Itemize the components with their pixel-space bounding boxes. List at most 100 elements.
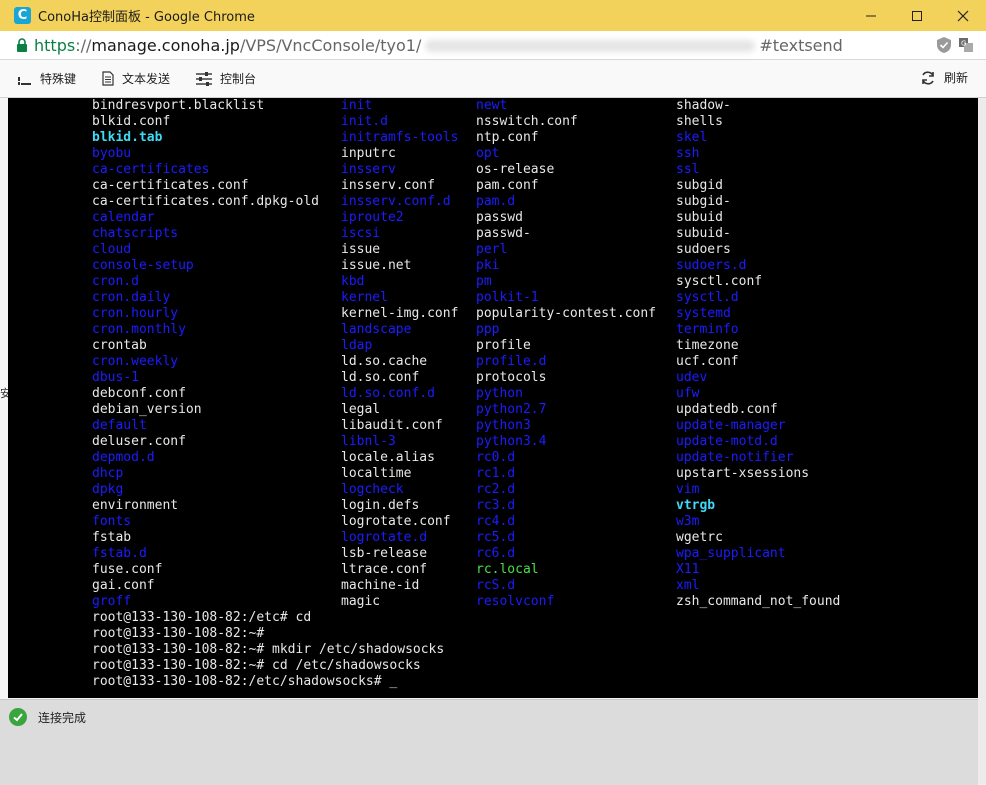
file-entry: ntp.conf — [476, 130, 539, 145]
special-keys-label: 特殊键 — [40, 72, 77, 86]
url-text[interactable]: https://manage.conoha.jp/VPS/VncConsole/… — [34, 36, 843, 55]
file-entry: crontab — [92, 338, 147, 353]
file-entry: logrotate.conf — [341, 514, 451, 529]
file-entry: chatscripts — [92, 226, 179, 241]
page-scrollbar[interactable] — [978, 98, 986, 784]
file-entry: depmod.d — [92, 450, 155, 465]
file-entry: fonts — [92, 514, 132, 529]
file-entry: udev — [676, 370, 708, 385]
file-entry: passwd- — [476, 226, 531, 241]
svg-text:G: G — [961, 40, 966, 48]
vnc-terminal[interactable]: bindresvport.blacklist init newt shadow-blk… — [8, 98, 978, 698]
file-entry: bindresvport.blacklist — [92, 98, 265, 113]
address-bar[interactable]: https://manage.conoha.jp/VPS/VncConsole/… — [0, 31, 986, 60]
file-entry: insserv.conf — [341, 178, 435, 193]
file-entry: cron.monthly — [92, 322, 186, 337]
file-entry: rc3.d — [476, 498, 516, 513]
file-entry: vim — [676, 482, 700, 497]
file-entry: insserv.conf.d — [341, 194, 451, 209]
file-entry: fstab.d — [92, 546, 147, 561]
terminal-row: dhcp localtime rc1.d upstart-xsessions — [92, 466, 809, 482]
file-entry: sysctl.d — [676, 290, 739, 305]
file-entry: ppp — [476, 322, 500, 337]
file-entry: newt — [476, 98, 508, 113]
window-title: ConoHa控制面板 - Google Chrome — [38, 10, 255, 25]
window-titlebar: C ConoHa控制面板 - Google Chrome — [0, 0, 986, 31]
refresh-button[interactable]: 刷新 — [920, 69, 968, 86]
send-text-button[interactable]: 文本发送 — [102, 70, 170, 87]
file-entry: landscape — [341, 322, 412, 337]
file-entry: blkid.tab — [92, 130, 163, 145]
file-entry: ldap — [341, 338, 373, 353]
terminal-row: crontab ldap profile timezone — [92, 338, 739, 354]
file-entry: issue.net — [341, 258, 412, 273]
file-entry: inputrc — [341, 146, 396, 161]
shield-extension-icon[interactable] — [936, 36, 952, 54]
file-entry: rcS.d — [476, 578, 516, 593]
file-entry: initramfs-tools — [341, 130, 459, 145]
file-entry: fstab — [92, 530, 132, 545]
console-button[interactable]: 控制台 — [196, 70, 256, 87]
file-entry: rc1.d — [476, 466, 516, 481]
translate-icon[interactable]: G — [958, 36, 974, 54]
terminal-row: byobu inputrc opt ssh — [92, 146, 699, 162]
file-entry: dhcp — [92, 466, 124, 481]
minimize-button[interactable] — [848, 0, 894, 31]
window-left-edge: 安 — [0, 98, 11, 699]
file-entry: profile — [476, 338, 531, 353]
terminal-row: console-setup issue.net pki sudoers.d — [92, 258, 746, 274]
terminal-row: default libaudit.conf python3 update-manage… — [92, 418, 786, 434]
special-keys-button[interactable]: 特殊键 — [18, 70, 76, 87]
file-entry: w3m — [676, 514, 700, 529]
file-entry: ca-certificates — [92, 162, 210, 177]
file-entry: iscsi — [341, 226, 381, 241]
refresh-label: 刷新 — [943, 71, 968, 85]
send-text-label: 文本发送 — [122, 72, 171, 86]
terminal-row: deluser.conf libnl-3 python3.4 update-motd.… — [92, 434, 778, 450]
file-entry: ld.so.cache — [341, 354, 428, 369]
file-entry: cron.weekly — [92, 354, 179, 369]
file-entry: passwd — [476, 210, 523, 225]
file-entry: perl — [476, 242, 508, 257]
terminal-row: cron.daily kernel polkit-1 sysctl.d — [92, 290, 739, 306]
file-entry: cron.d — [92, 274, 139, 289]
address-bar-extensions: G — [936, 36, 974, 54]
terminal-row: cron.weekly ld.so.cache profile.d ucf.conf — [92, 354, 739, 370]
file-entry: subuid — [676, 210, 723, 225]
file-entry: python3.4 — [476, 434, 547, 449]
file-entry: login.defs — [341, 498, 420, 513]
file-entry: fuse.conf — [92, 562, 163, 577]
file-entry: ltrace.conf — [341, 562, 428, 577]
file-entry: kernel-img.conf — [341, 306, 459, 321]
file-entry: pki — [476, 258, 500, 273]
file-entry: rc6.d — [476, 546, 516, 561]
file-entry: rc.local — [476, 562, 539, 577]
maximize-button[interactable] — [894, 0, 940, 31]
maximize-icon — [912, 10, 922, 21]
file-entry: zsh_command_not_found — [676, 594, 841, 609]
terminal-row: fstab logrotate.d rc5.d wgetrc — [92, 530, 723, 546]
file-entry: vtrgb — [676, 498, 716, 513]
file-entry: init — [341, 98, 373, 113]
refresh-icon — [922, 70, 934, 85]
close-button[interactable] — [940, 0, 986, 31]
url-hash: #textsend — [759, 35, 843, 55]
file-entry: updatedb.conf — [676, 402, 778, 417]
file-entry: ld.so.conf — [341, 370, 420, 385]
terminal-row: chatscripts iscsi passwd-subuid- — [92, 226, 731, 242]
terminal-row: cron.hourly kernel-img.conf popularity-con… — [92, 306, 731, 322]
prompt-line: root@133-130-108-82:~# mkdir /etc/shadow… — [92, 642, 445, 657]
file-entry: locale.alias — [341, 450, 435, 465]
file-entry: python2.7 — [476, 402, 547, 417]
file-entry: wgetrc — [676, 530, 723, 545]
file-entry: popularity-contest.conf — [476, 306, 657, 321]
sliders-icon — [196, 71, 213, 86]
file-entry: resolvconf — [476, 594, 555, 609]
file-entry: deluser.conf — [92, 434, 186, 449]
file-entry: xml — [676, 578, 700, 593]
file-entry: os-release — [476, 162, 555, 177]
console-label: 控制台 — [220, 72, 257, 86]
file-entry: default — [92, 418, 147, 433]
terminal-row: calendar iproute2 passwd subuid — [92, 210, 723, 226]
file-entry: cron.hourly — [92, 306, 179, 321]
